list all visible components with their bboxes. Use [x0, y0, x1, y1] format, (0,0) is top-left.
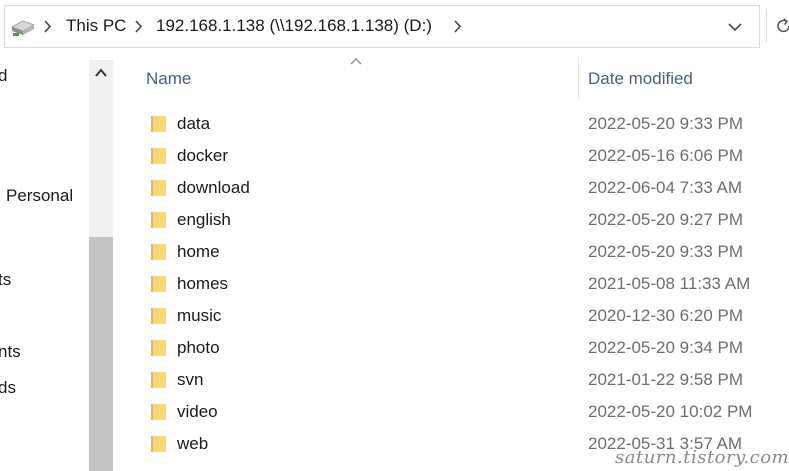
file-name: download — [177, 178, 250, 197]
file-row[interactable]: photo 2022-05-20 9:34 PM — [117, 332, 789, 364]
chevron-down-icon[interactable] — [723, 16, 747, 38]
column-divider[interactable] — [578, 57, 579, 99]
file-row[interactable]: data 2022-05-20 9:33 PM — [117, 108, 789, 140]
file-date-modified: 2021-01-22 9:58 PM — [588, 370, 743, 389]
folder-icon — [151, 340, 166, 356]
column-header-name[interactable]: Name — [146, 69, 191, 89]
watermark: saturn.tistory.com — [615, 447, 789, 468]
file-name: photo — [177, 338, 220, 357]
folder-icon — [151, 212, 166, 228]
folder-icon — [151, 180, 166, 196]
nav-item[interactable]: ts — [0, 270, 11, 290]
refresh-icon — [777, 18, 789, 33]
chevron-right-icon[interactable] — [43, 20, 52, 33]
network-drive-icon — [11, 20, 35, 36]
file-name: web — [177, 434, 209, 453]
file-list: Name Date modified data 2022-05-20 9:33 P… — [117, 53, 789, 471]
file-name: home — [177, 242, 220, 261]
folder-icon — [151, 276, 166, 292]
folder-icon — [151, 148, 166, 164]
folder-icon — [151, 308, 166, 324]
folder-icon — [151, 116, 166, 132]
file-name: data — [177, 114, 211, 133]
folder-icon — [151, 244, 166, 260]
folder-icon — [151, 436, 166, 452]
chevron-up-icon[interactable] — [89, 60, 113, 86]
file-name: homes — [177, 274, 229, 293]
nav-item[interactable]: nts — [0, 342, 21, 362]
nav-item[interactable]: Personal — [6, 186, 73, 206]
file-date-modified: 2020-12-30 6:20 PM — [588, 306, 743, 325]
file-row[interactable]: download 2022-06-04 7:33 AM — [117, 172, 789, 204]
breadcrumb-network-drive[interactable]: 192.168.1.138 (\\192.168.1.138) (D:) — [156, 16, 432, 36]
file-name: english — [177, 210, 231, 229]
file-date-modified: 2022-05-20 9:27 PM — [588, 210, 743, 229]
file-row[interactable]: svn 2021-01-22 9:58 PM — [117, 364, 789, 396]
file-date-modified: 2022-06-04 7:33 AM — [588, 178, 743, 197]
file-row[interactable]: homes 2021-05-08 11:33 AM — [117, 268, 789, 300]
file-row[interactable]: home 2022-05-20 9:33 PM — [117, 236, 789, 268]
refresh-button[interactable] — [766, 9, 789, 43]
file-name: music — [177, 306, 222, 325]
chevron-right-icon[interactable] — [134, 20, 143, 33]
file-date-modified: 2022-05-16 6:06 PM — [588, 146, 743, 165]
file-row[interactable]: english 2022-05-20 9:27 PM — [117, 204, 789, 236]
breadcrumb-this-pc[interactable]: This PC — [66, 16, 126, 36]
file-row[interactable]: video 2022-05-20 10:02 PM — [117, 396, 789, 428]
folder-icon — [151, 372, 166, 388]
file-name: video — [177, 402, 218, 421]
file-name: svn — [177, 370, 204, 389]
sort-ascending-icon — [350, 58, 362, 65]
file-date-modified: 2022-05-20 10:02 PM — [588, 402, 753, 421]
file-date-modified: 2022-05-20 9:33 PM — [588, 242, 743, 261]
navigation-pane: d Personal ts nts ds — [0, 53, 117, 471]
file-name: docker — [177, 146, 229, 165]
file-row[interactable]: docker 2022-05-16 6:06 PM — [117, 140, 789, 172]
file-date-modified: 2021-05-08 11:33 AM — [588, 274, 751, 293]
nav-scrollbar-thumb[interactable] — [89, 237, 113, 471]
nav-item[interactable]: d — [0, 66, 7, 86]
file-date-modified: 2022-05-20 9:33 PM — [588, 114, 743, 133]
nav-item[interactable]: ds — [0, 378, 16, 398]
file-date-modified: 2022-05-20 9:34 PM — [588, 338, 743, 357]
column-header-date-modified[interactable]: Date modified — [588, 69, 693, 89]
file-row[interactable]: music 2020-12-30 6:20 PM — [117, 300, 789, 332]
address-bar: This PC 192.168.1.138 (\\192.168.1.138) … — [0, 0, 789, 53]
chevron-right-icon[interactable] — [453, 20, 462, 33]
folder-icon — [151, 404, 166, 420]
